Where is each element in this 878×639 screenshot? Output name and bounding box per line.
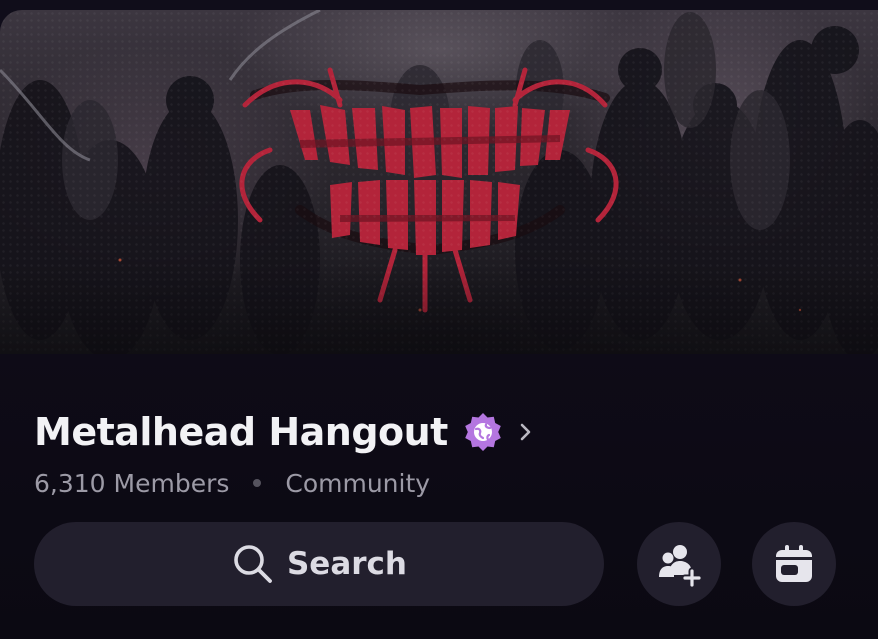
member-count: 6,310 Members [34,468,230,498]
discover-globe-badge-icon [462,411,504,453]
calendar-icon [776,545,812,582]
server-title-row[interactable]: Metalhead Hangout [34,404,534,460]
server-header-page: Metalhead Hangout 6,310 Members Communit… [0,0,878,639]
invite-members-button[interactable] [637,522,721,606]
banner-bottom-fade [0,264,878,354]
search-label: Search [286,546,407,582]
search-icon [231,542,275,586]
events-button[interactable] [752,522,836,606]
search-button[interactable]: Search [34,522,604,606]
server-type: Community [285,468,431,498]
server-banner [0,10,878,354]
chevron-right-icon[interactable] [518,421,534,443]
server-meta-row: 6,310 Members Community [34,464,430,502]
separator-dot [253,479,262,487]
add-member-icon [659,545,702,587]
server-name[interactable]: Metalhead Hangout [34,410,448,454]
